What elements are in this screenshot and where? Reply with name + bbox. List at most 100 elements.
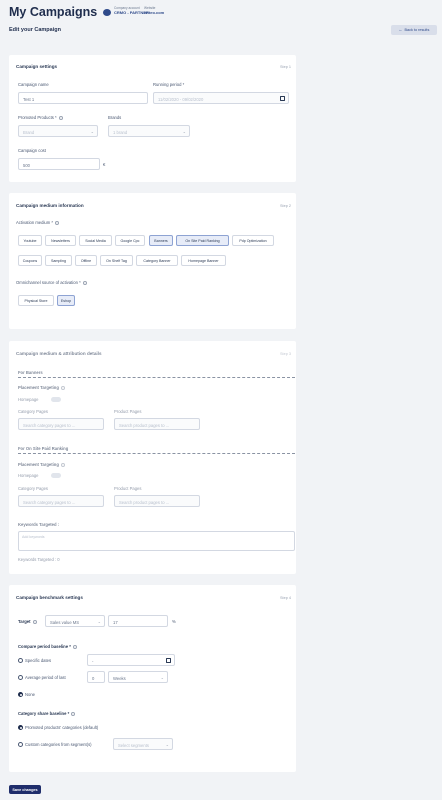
homepage-label: Homepage <box>18 473 39 478</box>
category-share-label: Category share baseline * <box>18 711 76 716</box>
divider <box>18 377 295 378</box>
back-to-results-button[interactable]: ← Back to results <box>391 25 437 35</box>
compare-period-text: Compare period baseline * <box>18 644 71 649</box>
average-period-number-input[interactable]: 0 <box>87 671 105 683</box>
back-to-results-label: Back to results <box>404 28 430 32</box>
category-pages-label: Category Pages <box>18 409 49 414</box>
category-share-text: Category share baseline * <box>18 711 70 716</box>
campaign-name-input[interactable]: Test 1 <box>18 92 148 104</box>
custom-categories-radio[interactable] <box>18 742 23 747</box>
calendar-icon[interactable] <box>166 657 171 663</box>
promoted-products-label: Promoted Products * <box>18 115 63 120</box>
segments-select[interactable]: Select segments ⌄ <box>113 738 173 750</box>
attribution-details-heading: Campaign medium & attribution details <box>16 351 102 356</box>
benchmark-settings-heading: Campaign benchmark settings <box>16 595 83 600</box>
placement-targeting-text: Placement Targeting <box>18 462 59 467</box>
chip-sampling[interactable]: Sampling <box>45 255 72 266</box>
step-1-label: Step 1 <box>280 65 291 69</box>
campaign-cost-label: Campaign cost <box>18 148 46 153</box>
campaign-settings-card: Campaign settings Step 1 Campaign name T… <box>9 55 296 182</box>
product-pages-input[interactable]: Search product pages to ... <box>114 495 200 507</box>
custom-categories-label: Custom categories from segment(s) <box>25 742 92 747</box>
average-period-radio[interactable] <box>18 675 23 680</box>
edit-campaign-heading: Edit your Campaign <box>9 27 61 33</box>
info-icon <box>72 644 77 649</box>
target-metric-select[interactable]: Sales value MS ⌄ <box>45 615 105 627</box>
promoted-categories-radio[interactable] <box>18 725 23 730</box>
homepage-toggle[interactable] <box>51 397 61 402</box>
campaign-medium-card: Campaign medium information Step 2 Activ… <box>9 193 296 329</box>
promoted-products-select[interactable]: Brand ⌄ <box>18 125 98 137</box>
product-pages-label: Product Pages <box>114 486 142 491</box>
target-value-input[interactable]: 17 <box>108 615 168 627</box>
omnichannel-source-label: Omnichannel source of activation * <box>16 280 87 285</box>
placement-targeting-label: Placement Targeting <box>18 462 65 467</box>
info-icon <box>71 711 76 716</box>
activation-medium-text: Activation medium * <box>16 220 54 225</box>
chip-banners[interactable]: Banners <box>149 235 173 246</box>
homepage-toggle[interactable] <box>51 473 61 478</box>
top-bar: My Campaigns Company account CRMO - PART… <box>0 0 442 24</box>
specific-dates-value: - <box>92 658 94 664</box>
chip-homepage-banner[interactable]: Homepage Banner <box>181 255 226 266</box>
placement-targeting-text: Placement Targeting <box>18 385 59 390</box>
chip-youtube[interactable]: Youtube <box>18 235 42 246</box>
average-period-unit-select[interactable]: Weeks ⌄ <box>108 671 168 683</box>
chevron-down-icon: ⌄ <box>182 129 186 134</box>
specific-dates-field[interactable]: - <box>87 654 175 666</box>
homepage-label: Homepage <box>18 397 39 402</box>
calendar-icon[interactable] <box>280 95 285 101</box>
currency-label: € <box>103 162 106 167</box>
running-period-field[interactable]: 11/02/2020 - 09/02/2020 <box>153 92 289 104</box>
info-icon <box>60 462 65 467</box>
average-period-label: Average period of last <box>25 675 66 680</box>
chip-pdp-optimization[interactable]: Pdp Optimization <box>232 235 274 246</box>
chip-newsletters[interactable]: Newsletters <box>45 235 76 246</box>
placement-targeting-label: Placement Targeting <box>18 385 65 390</box>
arrow-left-icon: ← <box>398 28 403 32</box>
product-pages-input[interactable]: Search product pages to ... <box>114 418 200 430</box>
category-pages-input[interactable]: Search category pages to ... <box>18 495 104 507</box>
step-4-label: Step 4 <box>280 596 291 600</box>
chip-on-site-paid-ranking[interactable]: On Site Paid Ranking <box>176 235 229 246</box>
keywords-textarea[interactable]: Add keywords <box>18 531 295 551</box>
for-paid-ranking-title: For On Site Paid Ranking <box>18 446 69 451</box>
save-changes-button[interactable]: Save changes <box>9 785 41 794</box>
specific-dates-label: Specific dates <box>25 658 52 663</box>
chip-eshop[interactable]: Eshop <box>57 295 75 306</box>
chip-google-cpc[interactable]: Google Cpc <box>115 235 145 246</box>
chip-category-banner[interactable]: Category Banner <box>136 255 178 266</box>
info-icon <box>82 280 87 285</box>
target-label: Target <box>18 619 37 624</box>
omnichannel-source-text: Omnichannel source of activation * <box>16 280 81 285</box>
chevron-down-icon: ⌄ <box>160 675 164 680</box>
brands-value: 1 brand <box>113 129 128 135</box>
chevron-down-icon: ⌄ <box>165 742 169 747</box>
product-pages-label: Product Pages <box>114 409 142 414</box>
activation-medium-label: Activation medium * <box>16 220 60 225</box>
none-radio[interactable] <box>18 692 23 697</box>
keywords-targeted-label: Keywords Targeted : <box>18 522 60 527</box>
for-banners-title: For Banners <box>18 370 43 375</box>
info-icon <box>60 385 65 390</box>
specific-dates-radio[interactable] <box>18 658 23 663</box>
chip-coupons[interactable]: Coupons <box>18 255 42 266</box>
campaign-settings-heading: Campaign settings <box>16 64 58 69</box>
target-text: Target <box>18 619 31 624</box>
info-icon <box>55 220 60 225</box>
brands-select[interactable]: 1 brand ⌄ <box>108 125 190 137</box>
chip-physical-store[interactable]: Physical Store <box>18 295 54 306</box>
campaign-cost-input[interactable]: 500 <box>18 158 100 170</box>
campaign-medium-heading: Campaign medium information <box>16 203 84 208</box>
compare-period-label: Compare period baseline * <box>18 644 77 649</box>
chip-offline[interactable]: Offline <box>75 255 97 266</box>
info-icon <box>58 115 63 120</box>
chip-social-media[interactable]: Social Media <box>79 235 112 246</box>
benchmark-settings-card: Campaign benchmark settings Step 4 Targe… <box>9 585 296 772</box>
category-pages-input[interactable]: Search category pages to ... <box>18 418 104 430</box>
promoted-categories-label: Promoted products' categories (default) <box>25 725 99 730</box>
none-label: None <box>25 692 36 697</box>
promoted-products-value: Brand <box>23 129 35 135</box>
chip-on-shelf-tag[interactable]: On Shelf Tag <box>100 255 133 266</box>
company-badge-icon <box>103 9 111 16</box>
